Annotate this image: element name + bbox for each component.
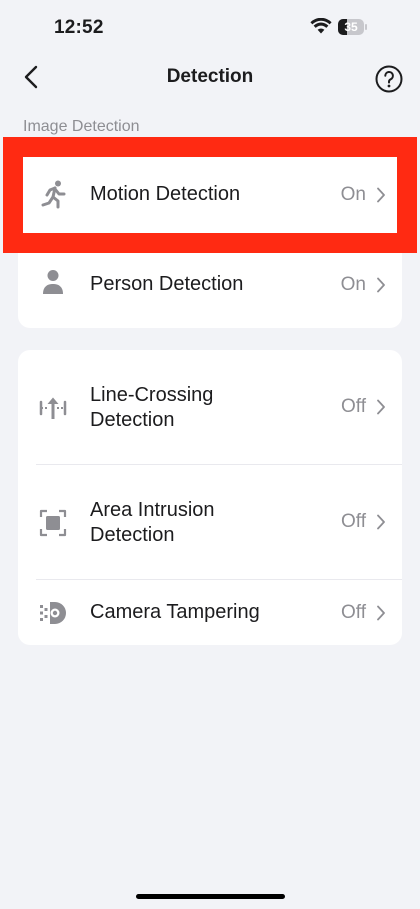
- chevron-right-icon: [377, 399, 385, 415]
- chevron-right-icon: [377, 605, 385, 621]
- chevron-right-icon: [377, 514, 385, 530]
- area-intrusion-icon: [39, 509, 67, 537]
- camera-tampering-icon: [40, 602, 66, 624]
- line-crossing-status: Off: [341, 396, 366, 417]
- section-label: Image Detection: [23, 118, 140, 135]
- status-time: 12:52: [54, 17, 104, 38]
- camera-tampering-label: Camera Tampering: [90, 601, 260, 623]
- wifi-icon: [310, 18, 332, 34]
- page-title: Detection: [166, 66, 254, 87]
- area-intrusion-row[interactable]: Area Intrusion Detection Off: [18, 465, 402, 580]
- camera-tampering-row[interactable]: Camera Tampering Off: [18, 580, 402, 645]
- person-icon: [43, 270, 63, 294]
- highlight-box: [3, 137, 417, 253]
- home-indicator: [136, 894, 285, 899]
- area-intrusion-status: Off: [341, 511, 366, 532]
- question-circle-icon[interactable]: [374, 64, 404, 94]
- line-crossing-label: Line-Crossing Detection: [90, 384, 214, 431]
- camera-tampering-status: Off: [341, 602, 366, 623]
- line-crossing-icon: [39, 397, 67, 419]
- smart-detection-card: Line-Crossing Detection Off Area Intrusi…: [18, 350, 402, 645]
- area-intrusion-label: Area Intrusion Detection: [90, 499, 215, 546]
- person-detection-label: Person Detection: [90, 273, 244, 295]
- status-bar: 12:52 35: [0, 0, 420, 56]
- chevron-right-icon: [377, 277, 385, 293]
- battery-level: 35: [344, 20, 358, 34]
- line-crossing-row[interactable]: Line-Crossing Detection Off: [18, 350, 402, 465]
- navigation-bar: Detection: [0, 56, 420, 100]
- person-detection-status: On: [340, 274, 366, 295]
- battery-icon: 35: [338, 19, 368, 35]
